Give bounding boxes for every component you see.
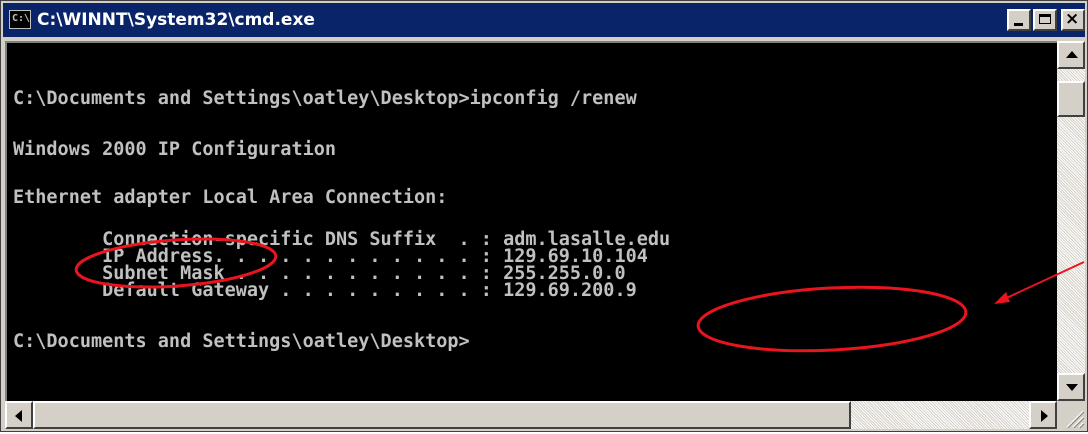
resize-grip-icon: [1066, 410, 1085, 429]
horizontal-scroll-thumb[interactable]: [33, 401, 851, 429]
console-line-prompt: C:\Documents and Settings\oatley\Desktop…: [13, 331, 470, 352]
scroll-left-button[interactable]: [5, 401, 33, 429]
maximize-button[interactable]: [1033, 9, 1057, 31]
close-button[interactable]: ×: [1061, 9, 1085, 31]
console-output[interactable]: C:\Documents and Settings\oatley\Desktop…: [5, 41, 1057, 401]
close-icon: ×: [1065, 9, 1080, 29]
resize-grip[interactable]: [1057, 401, 1085, 429]
console-line-command: C:\Documents and Settings\oatley\Desktop…: [13, 88, 637, 109]
scroll-up-button[interactable]: [1057, 41, 1085, 69]
vertical-scroll-thumb[interactable]: [1057, 81, 1085, 117]
title-bar[interactable]: C:\ C:\WINNT\System32\cmd.exe ×: [3, 3, 1085, 37]
arrow-up-icon: [1066, 51, 1078, 58]
minimize-icon: [1014, 23, 1023, 26]
console-line-heading: Windows 2000 IP Configuration: [13, 139, 337, 160]
scroll-right-button[interactable]: [1029, 401, 1057, 429]
minimize-button[interactable]: [1007, 9, 1031, 31]
horizontal-scrollbar[interactable]: [5, 401, 1057, 429]
window-title: C:\WINNT\System32\cmd.exe: [37, 10, 315, 30]
arrow-left-icon: [15, 410, 22, 422]
arrow-down-icon: [1066, 384, 1078, 391]
scroll-down-button[interactable]: [1057, 373, 1085, 401]
console-line-adapter: Ethernet adapter Local Area Connection:: [13, 187, 448, 208]
arrow-right-icon: [1041, 410, 1048, 422]
maximize-icon: [1039, 14, 1051, 24]
console-line-default-gateway: Default Gateway . . . . . . . . . : 129.…: [13, 280, 637, 301]
cmd-window: C:\ C:\WINNT\System32\cmd.exe × C:\Docum…: [0, 0, 1088, 432]
cmd-console-icon[interactable]: C:\: [9, 10, 31, 29]
vertical-scrollbar[interactable]: [1057, 41, 1085, 401]
